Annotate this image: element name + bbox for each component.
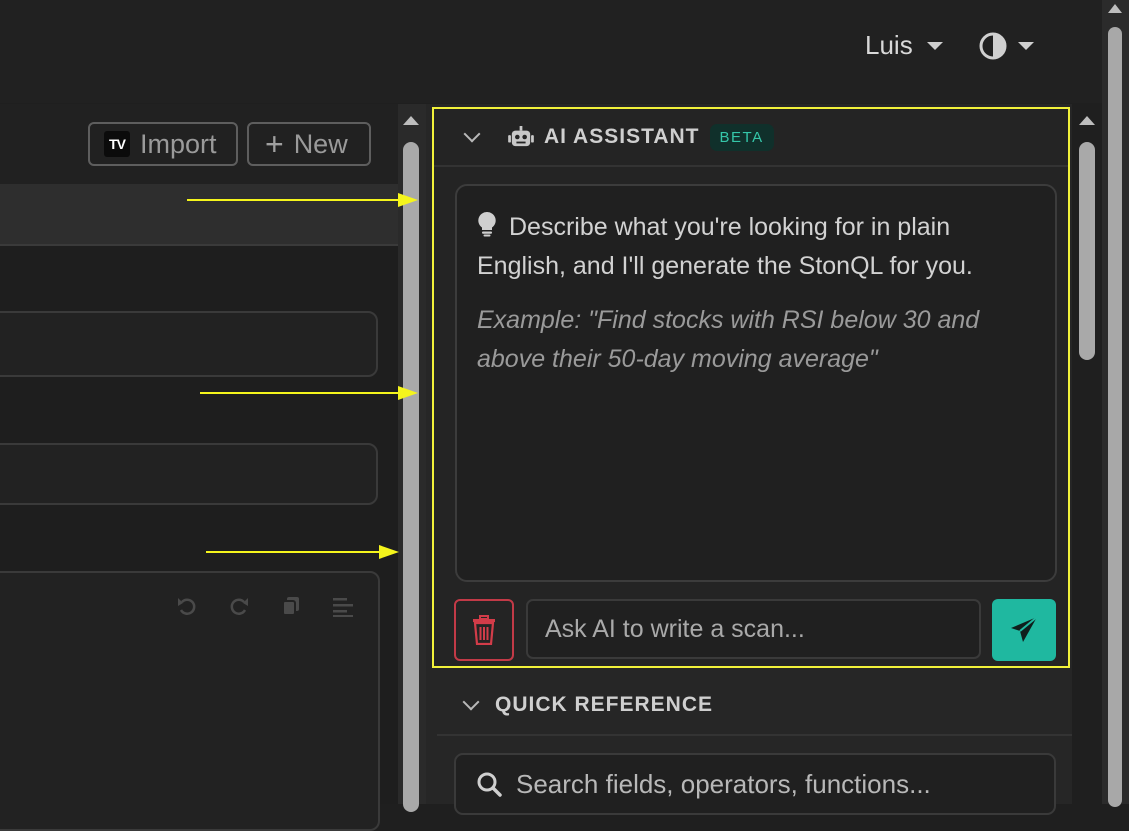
ai-intro-message: Describe what you're looking for in plai…: [477, 208, 1037, 286]
caret-down-icon: [1018, 42, 1034, 50]
clear-chat-button[interactable]: [454, 599, 514, 661]
scan-editor: TV Import + New: [0, 104, 398, 831]
quick-reference-header[interactable]: QUICK REFERENCE: [437, 676, 1072, 736]
annotation-arrow-head: [398, 386, 418, 400]
annotation-arrow-line: [187, 199, 401, 201]
user-menu-dropdown[interactable]: Luis: [865, 30, 943, 61]
import-button[interactable]: TV Import: [88, 122, 238, 166]
lightbulb-icon: [478, 211, 496, 237]
robot-icon: [508, 126, 534, 147]
annotation-arrow-head: [398, 193, 418, 207]
ai-assistant-section: AI ASSISTANT BETA Describe what you're l…: [432, 107, 1070, 668]
user-name: Luis: [865, 30, 913, 60]
ai-assistant-title: AI ASSISTANT: [544, 125, 700, 148]
side-panel-scrollbar-thumb[interactable]: [1079, 142, 1095, 360]
align-left-icon[interactable]: [332, 595, 354, 617]
ai-prompt-input[interactable]: [526, 599, 981, 659]
stonql-code-editor[interactable]: [0, 571, 380, 831]
annotation-arrow-line: [200, 392, 401, 394]
annotation-arrow-line: [206, 551, 382, 553]
annotation-arrow-head: [379, 545, 399, 559]
editor-scrollbar-thumb[interactable]: [403, 142, 419, 812]
redo-icon[interactable]: [228, 595, 250, 617]
scroll-up-arrow-icon[interactable]: [1079, 116, 1095, 125]
ai-example-text: Example: "Find stocks with RSI below 30 …: [477, 306, 980, 373]
plus-icon: +: [265, 126, 284, 162]
ai-chat-history: Describe what you're looking for in plai…: [455, 184, 1057, 582]
top-navbar: Luis: [0, 0, 1102, 103]
chevron-down-icon: [462, 693, 480, 711]
editor-scrollbar[interactable]: [398, 104, 426, 812]
scroll-up-arrow-icon[interactable]: [403, 116, 419, 125]
send-prompt-button[interactable]: [992, 599, 1056, 661]
quick-reference-search-input[interactable]: [514, 767, 1038, 801]
paper-plane-icon: [1011, 616, 1038, 642]
copy-icon[interactable]: [280, 595, 302, 617]
chevron-down-icon: [463, 125, 481, 143]
contrast-icon: [979, 32, 1007, 60]
scan-description-field[interactable]: [0, 443, 378, 505]
side-panel-scrollbar[interactable]: [1072, 104, 1102, 804]
editor-tab-strip[interactable]: [0, 184, 398, 246]
import-label: Import: [140, 128, 217, 159]
quick-reference-search[interactable]: [454, 753, 1056, 815]
scan-name-field[interactable]: [0, 311, 378, 377]
code-toolbar: [176, 595, 354, 617]
theme-toggle-dropdown[interactable]: [978, 31, 1034, 61]
ai-assistant-header[interactable]: AI ASSISTANT BETA: [434, 109, 1068, 167]
page-scrollbar[interactable]: [1102, 0, 1129, 807]
page-scrollbar-thumb[interactable]: [1108, 27, 1122, 807]
editor-header: TV Import + New: [0, 104, 398, 184]
new-button[interactable]: + New: [247, 122, 371, 166]
ai-intro-text: Describe what you're looking for in plai…: [477, 213, 973, 280]
undo-icon[interactable]: [176, 595, 198, 617]
trash-icon: [473, 615, 495, 645]
scroll-up-arrow-icon[interactable]: [1108, 4, 1122, 13]
beta-badge: BETA: [709, 123, 774, 151]
search-icon: [477, 772, 502, 797]
tradingview-logo-icon: TV: [104, 131, 130, 157]
caret-down-icon: [926, 41, 943, 50]
quick-reference-title: QUICK REFERENCE: [495, 693, 714, 716]
new-label: New: [293, 128, 348, 159]
